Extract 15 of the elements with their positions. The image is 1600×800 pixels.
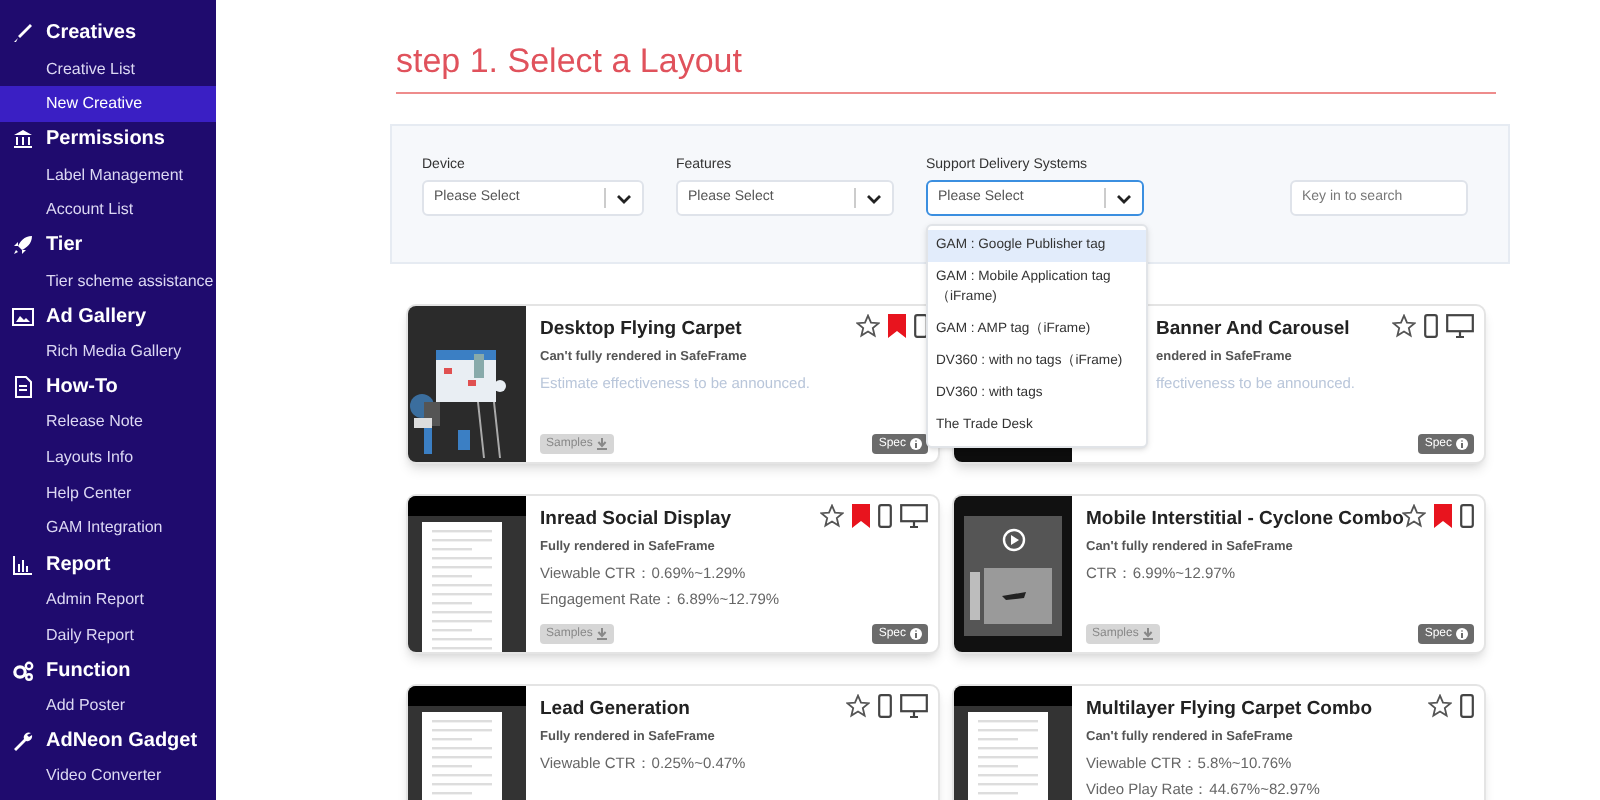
section-heading: Ad Gallery — [46, 303, 147, 332]
card-title: Mobile Interstitial - Cyclone Combo — [1086, 508, 1404, 532]
section-heading: AdNeon Gadget — [46, 728, 198, 757]
card-title: Banner And Carousel — [1156, 318, 1350, 342]
card-title: Desktop Flying Carpet — [540, 318, 742, 342]
section-heading: Function — [46, 657, 131, 686]
section-heading: Creatives — [46, 20, 137, 49]
page-title: step 1. Select a Layout — [396, 40, 744, 84]
card-title: Inread Social Display — [540, 508, 732, 532]
card-title: Lead Generation — [540, 698, 690, 722]
card-title: Multilayer Flying Carpet Combo — [1086, 698, 1373, 722]
section-heading: How-To — [46, 374, 118, 403]
section-heading: Tier — [46, 232, 83, 261]
section-heading: Permissions — [46, 126, 165, 155]
section-heading: Report — [46, 551, 111, 580]
